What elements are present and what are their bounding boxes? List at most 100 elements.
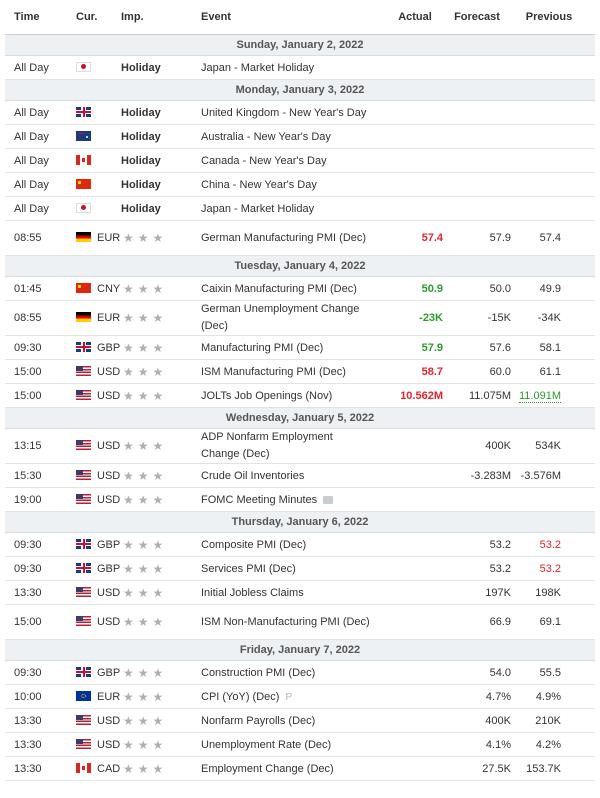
event-row[interactable]: All Day Holiday China - New Year's Day bbox=[5, 172, 595, 197]
event-row[interactable]: 13:30 USD ★★★ Unemployment Rate (Dec) 4.1% 4.… bbox=[5, 732, 595, 757]
event-row[interactable]: 09:30 GBP ★★★ Manufacturing PMI (Dec) 57.9 57… bbox=[5, 335, 595, 360]
event-forecast bbox=[443, 100, 511, 125]
event-row[interactable]: All Day Holiday Japan - Market Holiday bbox=[5, 196, 595, 221]
event-name-cell[interactable]: ISM Non-Manufacturing PMI (Dec) bbox=[201, 604, 373, 640]
event-name[interactable]: Unemployment Rate (Dec) bbox=[201, 739, 331, 751]
event-name[interactable]: German Unemployment Change (Dec) bbox=[201, 303, 359, 332]
header-forecast[interactable]: Forecast bbox=[443, 0, 511, 35]
header-previous[interactable]: Previous bbox=[511, 0, 595, 35]
event-row[interactable]: 13:30 USD ★★★ Nonfarm Payrolls (Dec) 400K 210… bbox=[5, 708, 595, 733]
event-name-cell[interactable]: JOLTs Job Openings (Nov) bbox=[201, 383, 373, 408]
event-name-cell[interactable]: Composite PMI (Dec) bbox=[201, 532, 373, 557]
event-name[interactable]: Nonfarm Payrolls (Dec) bbox=[201, 715, 315, 727]
event-currency-cell bbox=[63, 55, 121, 80]
event-name-cell[interactable]: Australia - New Year's Day bbox=[201, 124, 373, 149]
event-name[interactable]: ISM Non-Manufacturing PMI (Dec) bbox=[201, 616, 370, 628]
event-name-cell[interactable]: Construction PMI (Dec) bbox=[201, 660, 373, 685]
event-name-cell[interactable]: Services PMI (Dec) bbox=[201, 556, 373, 581]
event-row[interactable]: 15:00 USD ★★★ JOLTs Job Openings (Nov) 10.56… bbox=[5, 383, 595, 408]
event-name[interactable]: JOLTs Job Openings (Nov) bbox=[201, 390, 332, 402]
event-currency: USD bbox=[97, 714, 121, 727]
event-row[interactable]: 09:30 GBP ★★★ Construction PMI (Dec) 54.0 55.… bbox=[5, 660, 595, 685]
importance-stars-icon: ★★★ bbox=[123, 713, 168, 728]
event-name[interactable]: ADP Nonfarm Employment Change (Dec) bbox=[201, 431, 333, 460]
event-name[interactable]: Japan - Market Holiday bbox=[201, 203, 314, 215]
event-row[interactable]: 08:55 EUR ★★★ German Unemployment Change (D… bbox=[5, 300, 595, 336]
event-row[interactable]: 08:55 EUR ★★★ German Manufacturing PMI (Dec… bbox=[5, 220, 595, 256]
event-row[interactable]: 13:15 USD ★★★ ADP Nonfarm Employment Change… bbox=[5, 428, 595, 464]
event-row[interactable]: All Day Holiday United Kingdom - New Year'… bbox=[5, 100, 595, 125]
event-name[interactable]: Construction PMI (Dec) bbox=[201, 667, 315, 679]
event-name[interactable]: Initial Jobless Claims bbox=[201, 587, 304, 599]
event-name[interactable]: ISM Manufacturing PMI (Dec) bbox=[201, 366, 346, 378]
event-time: 19:00 bbox=[5, 487, 63, 512]
event-row[interactable]: 15:00 USD ★★★ ISM Manufacturing PMI (Dec) 58… bbox=[5, 359, 595, 384]
document-icon[interactable] bbox=[323, 495, 334, 504]
event-actual: 50.9 bbox=[373, 276, 443, 301]
event-row[interactable]: 13:30 CAD ★★★ Employment Change (Dec) 27.5K 1… bbox=[5, 756, 595, 781]
header-event[interactable]: Event bbox=[201, 0, 373, 35]
event-name-cell[interactable]: Manufacturing PMI (Dec) bbox=[201, 335, 373, 360]
event-name-cell[interactable]: United Kingdom - New Year's Day bbox=[201, 100, 373, 125]
event-name-cell[interactable]: Japan - Market Holiday bbox=[201, 55, 373, 80]
header-importance[interactable]: Imp. bbox=[121, 0, 201, 35]
header-currency[interactable]: Cur. bbox=[63, 0, 121, 35]
header-actual[interactable]: Actual bbox=[373, 0, 443, 35]
event-forecast: 57.6 bbox=[443, 335, 511, 360]
event-name[interactable]: Manufacturing PMI (Dec) bbox=[201, 342, 323, 354]
event-name[interactable]: Composite PMI (Dec) bbox=[201, 539, 306, 551]
event-name-cell[interactable]: China - New Year's Day bbox=[201, 172, 373, 197]
event-name-cell[interactable]: ADP Nonfarm Employment Change (Dec) bbox=[201, 428, 373, 464]
event-name[interactable]: Crude Oil Inventories bbox=[201, 470, 304, 482]
event-name[interactable]: Caixin Manufacturing PMI (Dec) bbox=[201, 283, 357, 295]
event-name[interactable]: United Kingdom - New Year's Day bbox=[201, 107, 366, 119]
event-name-cell[interactable]: CPI (YoY) (Dec) P bbox=[201, 684, 373, 709]
event-forecast bbox=[443, 487, 511, 512]
event-row[interactable]: 01:45 CNY ★★★ Caixin Manufacturing PMI (Dec… bbox=[5, 276, 595, 301]
event-time: 09:30 bbox=[5, 556, 63, 581]
event-row[interactable]: 09:30 GBP ★★★ Composite PMI (Dec) 53.2 53.2 bbox=[5, 532, 595, 557]
event-name[interactable]: CPI (YoY) (Dec) bbox=[201, 691, 279, 703]
event-previous-cell: 153.7K bbox=[511, 756, 595, 781]
event-importance-cell: ★★★ bbox=[121, 708, 201, 733]
event-currency-cell: GBP bbox=[63, 556, 121, 581]
event-currency-cell bbox=[63, 148, 121, 173]
event-name[interactable]: China - New Year's Day bbox=[201, 179, 317, 191]
event-name-cell[interactable]: FOMC Meeting Minutes bbox=[201, 487, 373, 512]
event-row[interactable]: 10:00 EUR ★★★ CPI (YoY) (Dec) P 4.7% 4.9% bbox=[5, 684, 595, 709]
event-name-cell[interactable]: German Unemployment Change (Dec) bbox=[201, 300, 373, 336]
header-time[interactable]: Time bbox=[5, 0, 63, 35]
event-row[interactable]: All Day Holiday Australia - New Year's Day bbox=[5, 124, 595, 149]
event-row[interactable]: 09:30 GBP ★★★ Services PMI (Dec) 53.2 53.2 bbox=[5, 556, 595, 581]
event-name[interactable]: Services PMI (Dec) bbox=[201, 563, 296, 575]
event-name-cell[interactable]: Employment Change (Dec) bbox=[201, 756, 373, 781]
event-name-cell[interactable]: German Manufacturing PMI (Dec) bbox=[201, 220, 373, 256]
event-currency-cell: CAD bbox=[63, 756, 121, 781]
event-row[interactable]: All Day Holiday Japan - Market Holiday bbox=[5, 55, 595, 80]
flag-us-icon bbox=[76, 493, 91, 504]
event-currency-cell bbox=[63, 100, 121, 125]
event-name[interactable]: Australia - New Year's Day bbox=[201, 131, 331, 143]
event-row[interactable]: 15:00 USD ★★★ ISM Non-Manufacturing PMI (De… bbox=[5, 604, 595, 640]
event-currency-cell: USD bbox=[63, 487, 121, 512]
event-name-cell[interactable]: Caixin Manufacturing PMI (Dec) bbox=[201, 276, 373, 301]
event-name-cell[interactable]: Initial Jobless Claims bbox=[201, 580, 373, 605]
event-name[interactable]: German Manufacturing PMI (Dec) bbox=[201, 232, 366, 244]
event-row[interactable]: All Day Holiday Canada - New Year's Day bbox=[5, 148, 595, 173]
event-importance-cell: ★★★ bbox=[121, 463, 201, 488]
event-name[interactable]: Employment Change (Dec) bbox=[201, 763, 334, 775]
event-name-cell[interactable]: Japan - Market Holiday bbox=[201, 196, 373, 221]
event-name[interactable]: FOMC Meeting Minutes bbox=[201, 494, 317, 506]
event-name[interactable]: Japan - Market Holiday bbox=[201, 62, 314, 74]
event-name-cell[interactable]: Nonfarm Payrolls (Dec) bbox=[201, 708, 373, 733]
event-row[interactable]: 13:30 USD ★★★ Initial Jobless Claims 197K 198… bbox=[5, 580, 595, 605]
event-row[interactable]: 15:30 USD ★★★ Crude Oil Inventories -3.283M -… bbox=[5, 463, 595, 488]
event-row[interactable]: 19:00 USD ★★★ FOMC Meeting Minutes bbox=[5, 487, 595, 512]
event-forecast: -15K bbox=[443, 300, 511, 336]
event-currency-cell bbox=[63, 124, 121, 149]
event-name-cell[interactable]: Unemployment Rate (Dec) bbox=[201, 732, 373, 757]
event-name-cell[interactable]: Canada - New Year's Day bbox=[201, 148, 373, 173]
event-name-cell[interactable]: ISM Manufacturing PMI (Dec) bbox=[201, 359, 373, 384]
event-name[interactable]: Canada - New Year's Day bbox=[201, 155, 327, 167]
event-name-cell[interactable]: Crude Oil Inventories bbox=[201, 463, 373, 488]
